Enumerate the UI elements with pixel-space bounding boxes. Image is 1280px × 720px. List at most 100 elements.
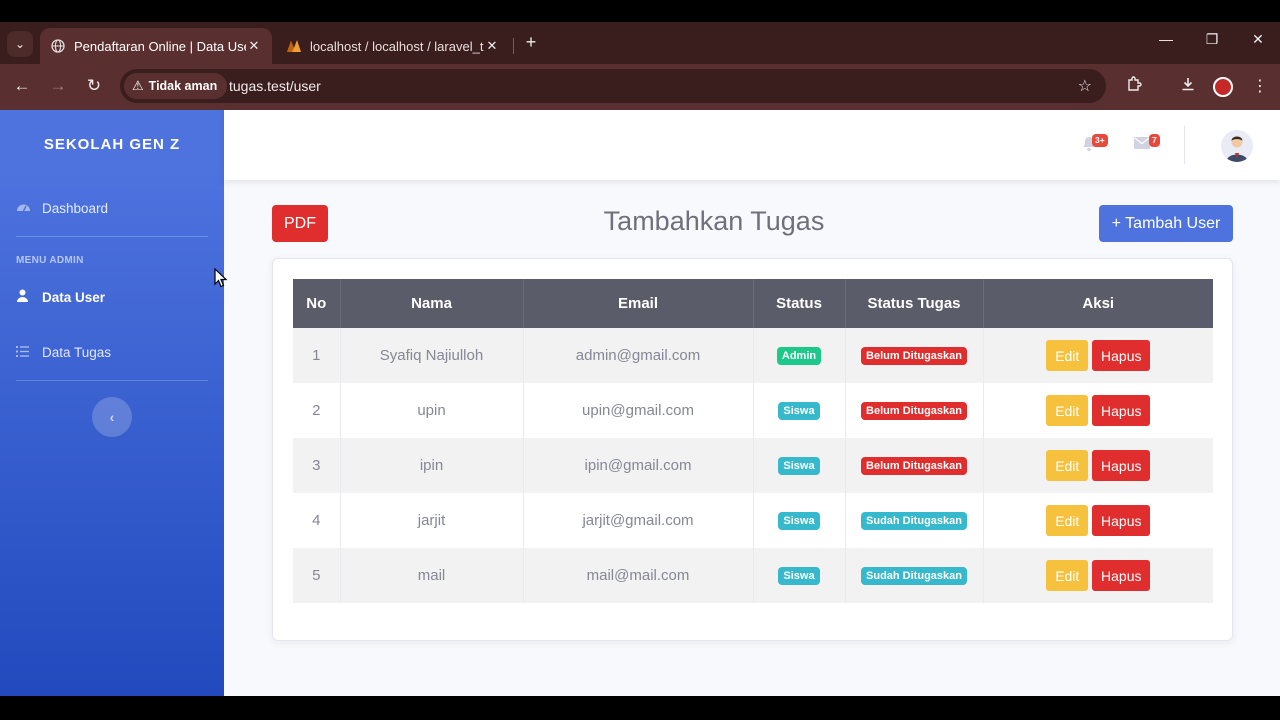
browser-toolbar: ← → ↻ ⚠ Tidak aman tugas.test/user ☆ ⋮ <box>0 64 1280 110</box>
cell-no: 4 <box>293 493 341 548</box>
topbar-divider <box>1184 126 1185 164</box>
browser-tab[interactable]: localhost / localhost / laravel_tu ✕ <box>276 28 510 64</box>
tab-title: Pendaftaran Online | Data User <box>74 38 246 54</box>
user-icon <box>16 289 34 305</box>
cell-nama: Syafiq Najiulloh <box>340 328 524 383</box>
status-badge: Siswa <box>778 457 820 475</box>
close-tab-icon[interactable]: ✕ <box>246 38 262 54</box>
sidebar-heading: MENU ADMIN <box>16 255 84 266</box>
cell-email: admin@gmail.com <box>523 328 754 383</box>
pdf-button[interactable]: PDF <box>272 205 328 242</box>
sidebar-item-label: Data Tugas <box>42 345 112 360</box>
envelope-icon[interactable] <box>1134 136 1150 153</box>
cell-status-tugas: Sudah Ditugaskan <box>845 548 984 603</box>
status-badge: Siswa <box>778 567 820 585</box>
list-icon <box>16 345 34 360</box>
edit-button[interactable]: Edit <box>1046 505 1089 536</box>
delete-button[interactable]: Hapus <box>1092 340 1151 371</box>
cell-no: 5 <box>293 548 341 603</box>
edit-button[interactable]: Edit <box>1046 450 1089 481</box>
cell-status-tugas: Sudah Ditugaskan <box>845 493 984 548</box>
close-window-icon[interactable]: ✕ <box>1248 31 1268 48</box>
cell-nama: mail <box>340 548 524 603</box>
cell-status-tugas: Belum Ditugaskan <box>845 383 984 438</box>
cell-nama: jarjit <box>340 493 524 548</box>
download-icon[interactable] <box>1177 76 1199 97</box>
cell-no: 1 <box>293 328 341 383</box>
cell-email: upin@gmail.com <box>523 383 754 438</box>
sidebar-item-data-user[interactable]: Data User <box>16 289 105 305</box>
cell-email: jarjit@gmail.com <box>523 493 754 548</box>
sidebar-item-label: Data User <box>42 289 106 305</box>
delete-button[interactable]: Hapus <box>1092 450 1151 481</box>
messages-counter-badge: 7 <box>1149 134 1160 147</box>
cell-aksi: Edit Hapus <box>983 438 1213 493</box>
close-tab-icon[interactable]: ✕ <box>484 38 500 54</box>
cell-email: mail@mail.com <box>523 548 754 603</box>
cell-aksi: Edit Hapus <box>983 493 1213 548</box>
task-status-badge: Belum Ditugaskan <box>861 457 967 475</box>
sidebar-item-label: Dashboard <box>42 201 109 216</box>
table-row: 2 upin upin@gmail.com Siswa Belum Dituga… <box>293 383 1213 438</box>
edit-button[interactable]: Edit <box>1046 340 1089 371</box>
delete-button[interactable]: Hapus <box>1092 560 1151 591</box>
tab-title: localhost / localhost / laravel_tu <box>310 38 484 54</box>
tab-separator <box>513 38 514 54</box>
cell-status: Siswa <box>753 438 846 493</box>
users-table: No Nama Email Status Status Tugas Aksi 1… <box>293 279 1213 603</box>
sidebar-item-data-tugas[interactable]: Data Tugas <box>16 345 111 360</box>
minimize-icon[interactable]: — <box>1156 31 1176 47</box>
tab-search-button[interactable]: ⌄ <box>7 31 33 57</box>
web-page: SEKOLAH GEN Z Dashboard MENU ADMIN Data … <box>0 110 1280 696</box>
profile-avatar-icon[interactable] <box>1213 77 1233 97</box>
cell-aksi: Edit Hapus <box>983 328 1213 383</box>
forward-icon[interactable]: → <box>47 76 69 96</box>
task-status-badge: Belum Ditugaskan <box>861 402 967 420</box>
edit-button[interactable]: Edit <box>1046 395 1089 426</box>
task-status-badge: Belum Ditugaskan <box>861 347 967 365</box>
browser-tab-active[interactable]: Pendaftaran Online | Data User ✕ <box>40 28 272 64</box>
cell-email: ipin@gmail.com <box>523 438 754 493</box>
alerts-counter-badge: 3+ <box>1092 134 1108 147</box>
back-icon[interactable]: ← <box>11 76 33 96</box>
cell-aksi: Edit Hapus <box>983 383 1213 438</box>
status-badge: Admin <box>776 347 822 365</box>
sidebar-toggle-chevron-left-icon[interactable]: ‹ <box>92 397 132 437</box>
url-text[interactable]: tugas.test/user <box>229 78 321 94</box>
topbar: 3+ 7 <box>224 110 1280 180</box>
restore-icon[interactable]: ❐ <box>1202 31 1222 48</box>
cell-status: Siswa <box>753 548 846 603</box>
sidebar-item-dashboard[interactable]: Dashboard <box>16 201 108 216</box>
sidebar-brand[interactable]: SEKOLAH GEN Z <box>0 136 224 153</box>
site-info-chip[interactable]: ⚠ Tidak aman <box>124 73 228 99</box>
menu-kebab-icon[interactable]: ⋮ <box>1249 76 1271 96</box>
column-header-email: Email <box>523 279 754 328</box>
sidebar-divider <box>16 380 208 381</box>
extensions-icon[interactable] <box>1123 76 1145 97</box>
reload-icon[interactable]: ↻ <box>83 76 105 96</box>
column-header-no: No <box>293 279 341 328</box>
cell-status-tugas: Belum Ditugaskan <box>845 328 984 383</box>
column-header-nama: Nama <box>340 279 524 328</box>
edit-button[interactable]: Edit <box>1046 560 1089 591</box>
cell-no: 3 <box>293 438 341 493</box>
add-user-button[interactable]: + Tambah User <box>1099 205 1233 242</box>
bookmark-star-icon[interactable]: ☆ <box>1078 76 1092 96</box>
cell-status-tugas: Belum Ditugaskan <box>845 438 984 493</box>
table-row: 5 mail mail@mail.com Siswa Sudah Ditugas… <box>293 548 1213 603</box>
users-table-card: No Nama Email Status Status Tugas Aksi 1… <box>272 258 1233 641</box>
table-row: 4 jarjit jarjit@gmail.com Siswa Sudah Di… <box>293 493 1213 548</box>
sidebar: SEKOLAH GEN Z Dashboard MENU ADMIN Data … <box>0 110 224 696</box>
user-avatar[interactable] <box>1221 130 1253 162</box>
address-bar[interactable]: ⚠ Tidak aman tugas.test/user ☆ <box>120 69 1106 103</box>
warning-icon: ⚠ <box>132 78 144 93</box>
dashboard-gauge-icon <box>16 201 34 216</box>
cell-status: Siswa <box>753 383 846 438</box>
new-tab-icon[interactable]: + <box>521 32 541 53</box>
column-header-status: Status <box>753 279 846 328</box>
delete-button[interactable]: Hapus <box>1092 395 1151 426</box>
security-label: Tidak aman <box>148 79 218 93</box>
cell-no: 2 <box>293 383 341 438</box>
delete-button[interactable]: Hapus <box>1092 505 1151 536</box>
mouse-cursor-icon <box>214 268 228 288</box>
